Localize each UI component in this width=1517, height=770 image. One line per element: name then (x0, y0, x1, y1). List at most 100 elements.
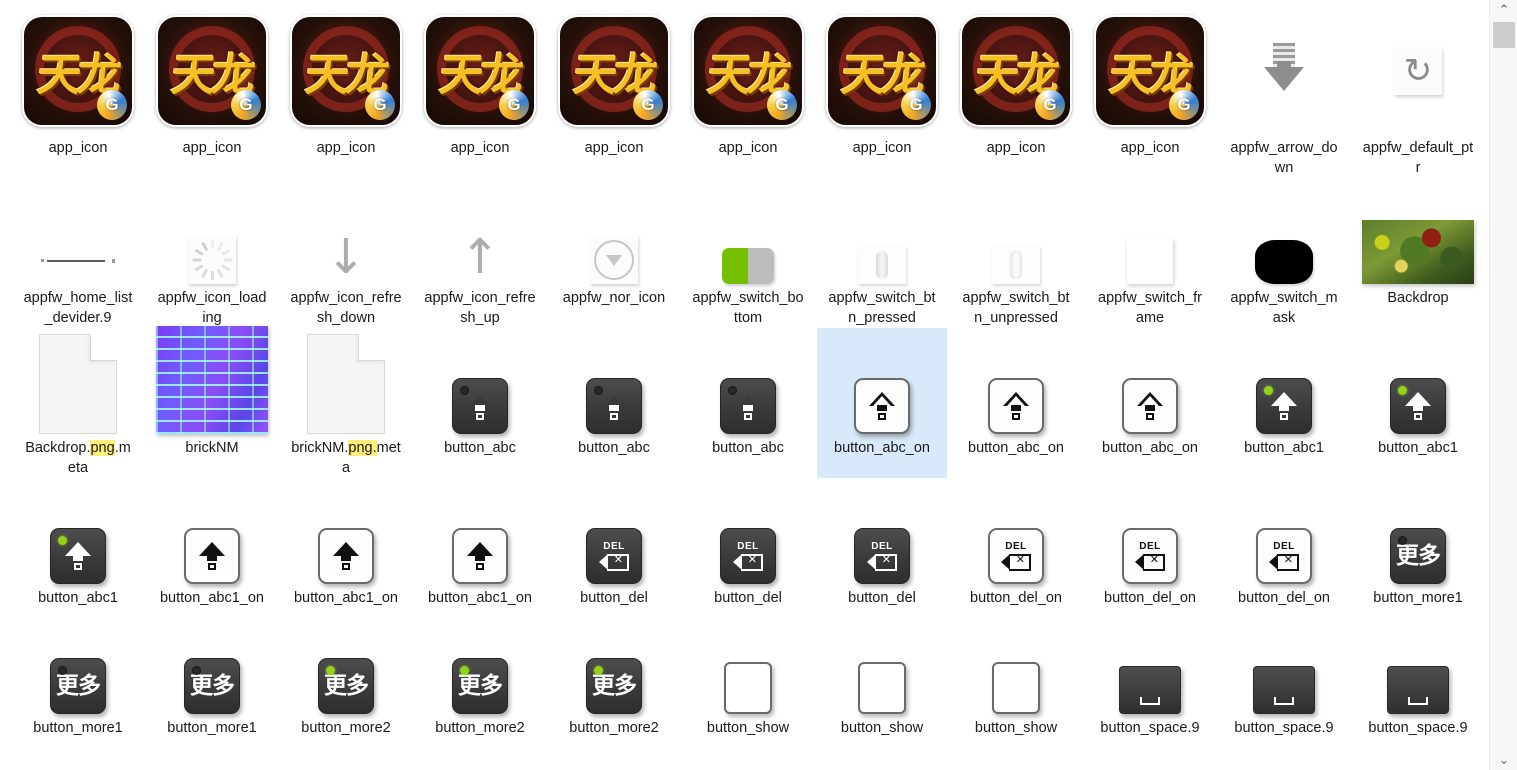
grid-item[interactable]: 天龙 G app_icon (281, 4, 411, 178)
grid-item[interactable]: 更多 button_more2 (281, 608, 411, 738)
item-thumbnail[interactable] (148, 742, 276, 770)
grid-item[interactable]: 天龙 G app_icon (817, 4, 947, 178)
item-thumbnail[interactable] (1220, 332, 1348, 436)
grid-item[interactable]: ↻ appfw_default_ptr (1353, 4, 1483, 178)
scrollbar-thumb[interactable] (1493, 22, 1515, 48)
grid-item[interactable]: ↑ appfw_icon_refresh_up (415, 178, 545, 328)
grid-item[interactable]: button_space.9 (1353, 608, 1483, 738)
grid-item[interactable]: DEL ✕ button_del (683, 478, 813, 608)
grid-item[interactable]: brickNM (147, 326, 277, 478)
grid-item[interactable]: 更多 button_more2 (415, 608, 545, 738)
grid-item[interactable]: DEL ✕ button_del (817, 478, 947, 608)
grid-item[interactable]: 天龙 G app_icon (13, 4, 143, 178)
item-thumbnail[interactable]: 天龙 G (282, 8, 410, 136)
item-thumbnail[interactable]: DEL ✕ (550, 482, 678, 586)
grid-item[interactable]: appfw_switch_btn_unpressed (951, 178, 1081, 328)
item-thumbnail[interactable]: 天龙 G (952, 8, 1080, 136)
grid-item[interactable]: DEL ✕ button_del_on (951, 478, 1081, 608)
grid-item[interactable]: 天龙 G app_icon (415, 4, 545, 178)
grid-item[interactable]: 更多 button_more2 (549, 608, 679, 738)
item-thumbnail[interactable]: DEL ✕ (1086, 482, 1214, 586)
item-thumbnail[interactable] (1086, 182, 1214, 286)
grid-item[interactable]: 更多 button_more1 (147, 608, 277, 738)
grid-item[interactable]: button_abc_on (817, 328, 947, 478)
vertical-scrollbar[interactable]: ⌃ ⌄ (1489, 0, 1517, 770)
grid-item[interactable]: 天龙 G app_icon (951, 4, 1081, 178)
item-thumbnail[interactable] (416, 332, 544, 436)
grid-item[interactable]: appfw_arrow_down (1219, 4, 1349, 178)
grid-item[interactable]: 更多 button_more1 (1353, 478, 1483, 608)
grid-item[interactable]: appfw_switch_mask (1219, 178, 1349, 328)
grid-item[interactable]: button_abc1_on (415, 478, 545, 608)
item-thumbnail[interactable]: 更多 (1354, 482, 1482, 586)
item-thumbnail[interactable] (550, 332, 678, 436)
item-thumbnail[interactable]: 更多 (14, 612, 142, 716)
item-thumbnail[interactable] (1086, 332, 1214, 436)
grid-item[interactable] (147, 738, 277, 770)
grid-item[interactable]: DEL ✕ button_del_on (1219, 478, 1349, 608)
item-thumbnail[interactable] (684, 332, 812, 436)
grid-item[interactable]: 天龙 G app_icon (1085, 4, 1215, 178)
grid-item[interactable] (415, 738, 545, 770)
scroll-down-button[interactable]: ⌄ (1490, 750, 1517, 770)
grid-item[interactable]: button_abc1 (13, 478, 143, 608)
item-thumbnail[interactable]: 更多 (416, 612, 544, 716)
scrollbar-track[interactable] (1490, 20, 1517, 750)
grid-item[interactable]: appfw_home_list_devider.9 (13, 178, 143, 328)
item-thumbnail[interactable]: ↻ (1354, 8, 1482, 136)
grid-item[interactable]: DEL ✕ button_del (549, 478, 679, 608)
grid-item[interactable]: DEL ✕ button_del_on (1085, 478, 1215, 608)
item-thumbnail[interactable] (684, 612, 812, 716)
grid-item[interactable]: Backdrop.png.meta (13, 328, 143, 478)
grid-item[interactable]: button_abc1 (1353, 328, 1483, 478)
item-thumbnail[interactable] (14, 742, 142, 770)
item-thumbnail[interactable]: 天龙 G (14, 8, 142, 136)
grid-item[interactable]: Backdrop (1353, 178, 1483, 328)
item-thumbnail[interactable] (952, 332, 1080, 436)
item-thumbnail[interactable]: DEL ✕ (952, 482, 1080, 586)
grid-item[interactable]: button_abc1_on (147, 478, 277, 608)
item-thumbnail[interactable] (14, 332, 142, 436)
item-thumbnail[interactable] (818, 182, 946, 286)
item-thumbnail[interactable] (14, 182, 142, 286)
grid-item[interactable]: 天龙 G app_icon (683, 4, 813, 178)
item-thumbnail[interactable] (1354, 332, 1482, 436)
grid-item[interactable]: button_abc_on (1085, 328, 1215, 478)
grid-item[interactable]: button_abc_on (951, 328, 1081, 478)
item-thumbnail[interactable] (952, 612, 1080, 716)
item-thumbnail[interactable] (416, 482, 544, 586)
item-thumbnail[interactable] (818, 612, 946, 716)
item-thumbnail[interactable] (952, 182, 1080, 286)
item-thumbnail[interactable] (14, 482, 142, 586)
grid-item[interactable]: appfw_nor_icon (549, 178, 679, 328)
item-thumbnail[interactable] (1220, 182, 1348, 286)
item-thumbnail[interactable] (416, 742, 544, 770)
item-thumbnail[interactable]: 天龙 G (1086, 8, 1214, 136)
scroll-up-button[interactable]: ⌃ (1490, 0, 1517, 20)
item-thumbnail[interactable] (1354, 182, 1482, 286)
grid-item[interactable]: button_show (683, 608, 813, 738)
grid-item[interactable]: appfw_switch_bottom (683, 178, 813, 328)
grid-item[interactable]: button_abc (415, 328, 545, 478)
item-thumbnail[interactable] (282, 332, 410, 436)
item-thumbnail[interactable] (148, 182, 276, 286)
item-thumbnail[interactable]: ↑ (416, 182, 544, 286)
grid-item[interactable]: button_abc (549, 328, 679, 478)
item-thumbnail[interactable]: DEL ✕ (818, 482, 946, 586)
item-thumbnail[interactable] (1220, 612, 1348, 716)
item-thumbnail[interactable] (282, 482, 410, 586)
item-thumbnail[interactable] (550, 182, 678, 286)
item-thumbnail[interactable] (148, 482, 276, 586)
item-thumbnail[interactable] (684, 182, 812, 286)
item-thumbnail[interactable] (1220, 8, 1348, 136)
grid-item[interactable] (13, 738, 143, 770)
item-thumbnail[interactable]: DEL ✕ (1220, 482, 1348, 586)
item-thumbnail[interactable] (1354, 612, 1482, 716)
item-thumbnail[interactable] (1086, 612, 1214, 716)
grid-item[interactable]: button_show (951, 608, 1081, 738)
grid-item[interactable]: button_abc1_on (281, 478, 411, 608)
item-thumbnail[interactable] (818, 332, 946, 436)
grid-item[interactable]: button_abc (683, 328, 813, 478)
item-thumbnail[interactable]: 天龙 G (818, 8, 946, 136)
grid-item[interactable]: appfw_switch_btn_pressed (817, 178, 947, 328)
